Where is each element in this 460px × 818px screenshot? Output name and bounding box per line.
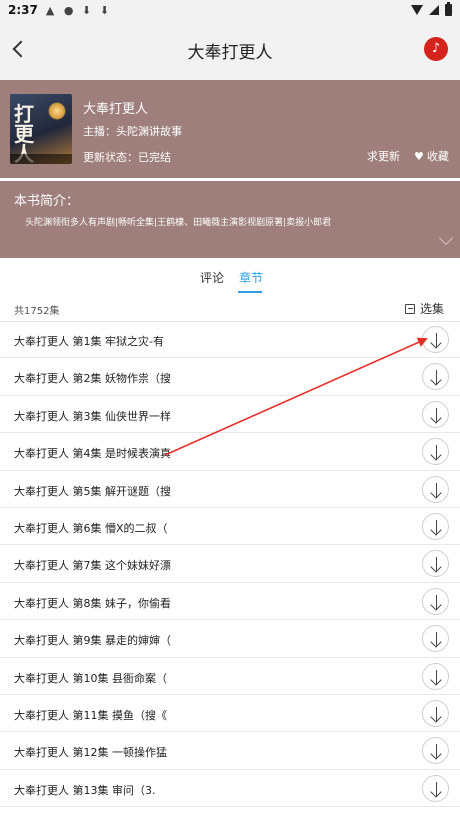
select-episodes-label: 选集 (420, 302, 445, 316)
heart-icon: ♥ (414, 149, 424, 163)
chapter-title: 大奉打更人 第9集 暴走的婶婶（ (14, 634, 171, 648)
book-host: 主播：头陀渊讲故事 (83, 125, 182, 138)
chapter-row[interactable]: 大奉打更人 第11集 摸鱼（搜《 (0, 695, 460, 733)
chapter-title: 大奉打更人 第7集 这个妹妹好漂 (14, 559, 171, 573)
signal-icon (429, 5, 439, 15)
battery-icon (445, 2, 452, 16)
download-notification-icon: ⬇ (81, 3, 92, 17)
cover-moon-graphic (48, 102, 66, 120)
nav-bar: 大奉打更人 ♪ (0, 20, 460, 80)
chapter-title: 大奉打更人 第1集 牢狱之灾-有 (14, 335, 164, 348)
chapter-row[interactable]: 大奉打更人 第7集 这个妹妹好漂 (0, 545, 460, 583)
download-button[interactable] (422, 363, 449, 391)
chapter-title: 大奉打更人 第6集 懵X的二叔（ (14, 521, 168, 535)
active-tab-indicator (238, 291, 262, 293)
request-update-button[interactable]: 求更新 (367, 148, 400, 164)
chapter-row[interactable]: 大奉打更人 第5集 解开谜题（搜 (0, 471, 460, 508)
download-button[interactable] (422, 550, 449, 578)
book-cover-image[interactable]: 打更人 (10, 94, 72, 164)
back-button[interactable] (6, 34, 34, 62)
download-button[interactable] (422, 737, 449, 765)
download-button[interactable] (422, 662, 449, 690)
chapter-row[interactable]: 大奉打更人 第9集 暴走的婶婶（ (0, 620, 460, 658)
wifi-icon (411, 5, 423, 15)
chapter-row[interactable]: 大奉打更人 第3集 仙侠世界一样 (0, 396, 460, 434)
chapter-row[interactable]: 大奉打更人 第2集 妖物作祟（搜 (0, 358, 460, 396)
select-episodes-button[interactable]: 选集 (405, 300, 444, 317)
chapter-row[interactable]: 大奉打更人 第4集 是时候表演真 (0, 433, 460, 471)
episode-count: 共1752集 (14, 306, 60, 317)
book-update-status: 更新状态：已完结 (83, 151, 171, 164)
chapter-title: 大奉打更人 第4集 是时候表演真 (14, 447, 171, 461)
chapter-row[interactable]: 大奉打更人 第8集 妹子，你偷看 (0, 583, 460, 621)
music-note-button[interactable]: ♪ (424, 37, 448, 61)
download-button[interactable] (422, 512, 449, 540)
book-intro-panel[interactable]: 本书简介： 头陀渊领衔多人有声剧|畅听全集|王鹤棣、田曦薇主演影视剧原著|卖报小… (0, 181, 460, 258)
chapter-title: 大奉打更人 第11集 摸鱼（搜《 (14, 708, 167, 722)
tab-bar: 评论 章节 (0, 258, 460, 298)
chapter-title: 大奉打更人 第13集 审问（3. (14, 783, 156, 797)
page-title: 大奉打更人 (187, 42, 273, 63)
chapter-row[interactable]: 大奉打更人 第13集 审问（3. (0, 770, 460, 808)
status-bar: 2:37 ▲ ● ⬇ ⬇ (0, 0, 460, 20)
download-button[interactable] (422, 438, 449, 466)
tab-chapters[interactable]: 章节 (239, 269, 263, 286)
download-button[interactable] (422, 475, 449, 503)
download-button[interactable] (422, 774, 449, 802)
chapter-row[interactable]: 大奉打更人 第12集 一顿操作猛 (0, 732, 460, 770)
chapter-title: 大奉打更人 第5集 解开谜题（搜 (14, 484, 171, 498)
intro-heading: 本书简介： (14, 194, 80, 209)
chapter-title: 大奉打更人 第10集 县衙命案（ (14, 671, 167, 685)
music-note-icon: ♪ (431, 41, 441, 56)
download-button[interactable] (422, 587, 449, 615)
download-button[interactable] (422, 400, 449, 428)
chapter-title: 大奉打更人 第3集 仙侠世界一样 (14, 409, 171, 423)
notification-app2-icon: ● (63, 3, 74, 17)
download-button[interactable] (422, 699, 449, 727)
status-notification-icons: ▲ ● ⬇ ⬇ (46, 5, 111, 16)
download-notification2-icon: ⬇ (99, 3, 110, 17)
list-select-icon (405, 303, 415, 314)
intro-text: 头陀渊领衔多人有声剧|畅听全集|王鹤棣、田曦薇主演影视剧原著|卖报小郎君 (25, 218, 332, 228)
tab-comments[interactable]: 评论 (200, 269, 224, 286)
app-root: 2:37 ▲ ● ⬇ ⬇ 大奉打更人 ♪ 打更人 大奉打更人 主播：头陀渊讲故事… (0, 0, 460, 818)
notification-app-icon: ▲ (45, 3, 55, 17)
favorite-label: 收藏 (426, 150, 449, 163)
chevron-down-icon[interactable] (438, 230, 454, 246)
download-button[interactable] (422, 625, 449, 653)
chapter-title: 大奉打更人 第12集 一顿操作猛 (14, 746, 167, 760)
status-system-icons (411, 2, 452, 16)
chapter-row[interactable]: 大奉打更人 第1集 牢狱之灾-有 (0, 321, 460, 359)
book-title: 大奉打更人 (83, 102, 149, 117)
cover-footer-band (10, 154, 72, 164)
favorite-button[interactable]: ♥ 收藏 (414, 148, 449, 164)
status-time: 2:37 (8, 3, 38, 17)
chapter-title: 大奉打更人 第2集 妖物作祟（搜 (14, 372, 171, 386)
list-header: 共1752集 选集 (0, 298, 460, 322)
download-button[interactable] (422, 326, 449, 353)
chapter-list: 大奉打更人 第1集 牢狱之灾-有 大奉打更人 第2集 妖物作祟（搜 大奉打更人 第3… (0, 321, 460, 808)
book-info-panel: 打更人 大奉打更人 主播：头陀渊讲故事 更新状态：已完结 求更新 ♥ 收藏 (0, 80, 460, 178)
chapter-title: 大奉打更人 第8集 妹子，你偷看 (14, 596, 171, 610)
chapter-row[interactable]: 大奉打更人 第10集 县衙命案（ (0, 658, 460, 695)
chapter-row[interactable]: 大奉打更人 第6集 懵X的二叔（ (0, 508, 460, 546)
